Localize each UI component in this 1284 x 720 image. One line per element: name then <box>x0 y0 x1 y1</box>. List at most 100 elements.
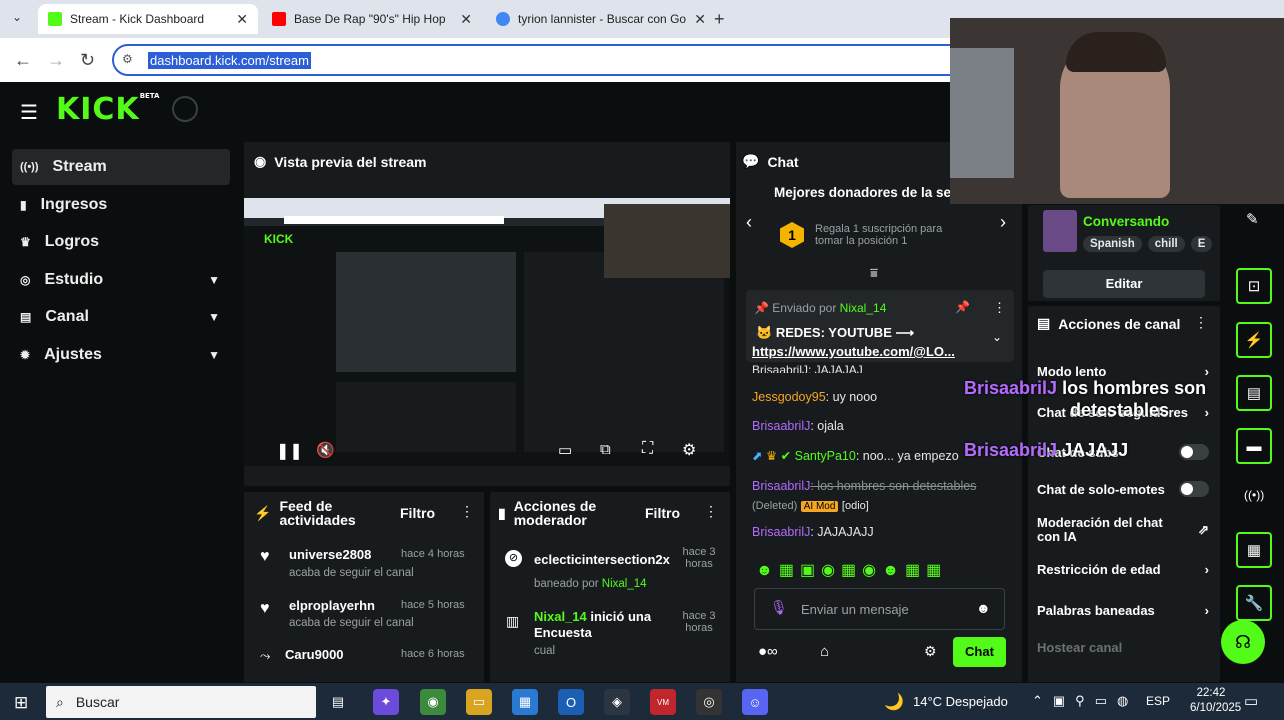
mod-target-user[interactable]: eclecticintersection2x <box>534 552 670 567</box>
chevron-left-icon[interactable]: ‹ <box>746 212 752 233</box>
pin-icon[interactable]: 📌 <box>955 300 970 314</box>
google-favicon-icon <box>496 12 510 26</box>
sidebar-item-ingresos[interactable]: ▮ Ingresos <box>12 187 230 223</box>
youtube-favicon-icon <box>272 12 286 26</box>
activity-filter-button[interactable]: Filtro <box>400 505 435 521</box>
pencil-icon[interactable]: ✎ <box>1246 210 1259 228</box>
more-options-icon[interactable]: ⋮ <box>1194 314 1208 331</box>
tab-google-search[interactable]: tyrion lannister - Buscar con Go ✕ <box>486 4 716 34</box>
chevron-down-icon[interactable]: ⌄ <box>992 330 1002 344</box>
copilot-icon[interactable]: ✦ <box>373 689 399 715</box>
close-tab-icon[interactable]: ✕ <box>460 11 472 28</box>
mute-icon[interactable]: 🔇 <box>316 441 335 459</box>
chrome-icon[interactable]: ◉ <box>420 689 446 715</box>
action-banned-words[interactable]: Palabras baneadas › <box>1037 602 1209 618</box>
new-tab-icon[interactable]: + <box>714 9 725 30</box>
menu-icon[interactable]: ☰ <box>20 100 38 125</box>
chat-message-partial: BrisaabrilJ: JAJAJAJ <box>752 363 863 373</box>
notifications-icon[interactable]: ▭ <box>1244 692 1258 710</box>
theater-mode-icon[interactable]: ▭ <box>558 441 572 459</box>
obs-icon[interactable]: ◎ <box>696 689 722 715</box>
mod-filter-button[interactable]: Filtro <box>645 505 680 521</box>
broadcast-icon[interactable]: ((•)) <box>1244 488 1264 502</box>
sidebar-item-estudio[interactable]: ◎ Estudio ▼ <box>12 262 230 298</box>
store-icon[interactable]: ⌂ <box>820 643 829 660</box>
collapse-icon[interactable]: ⩸ <box>870 265 878 281</box>
activity-user[interactable]: elproplayerhn <box>289 598 375 613</box>
more-options-icon[interactable]: ⋮ <box>460 503 474 520</box>
site-info-icon[interactable]: ⚙ <box>122 52 133 66</box>
camera-focus-icon[interactable]: ⊡ <box>1236 268 1272 304</box>
activity-text: acaba de seguir el canal <box>289 617 414 629</box>
sidebar-item-stream[interactable]: ((•)) Stream <box>12 149 230 185</box>
wrench-icon[interactable]: 🔧 <box>1236 585 1272 621</box>
windows-start-icon[interactable]: ⊞ <box>14 693 28 713</box>
task-view-icon[interactable]: ▤ <box>325 689 351 715</box>
sidebar-item-ajustes[interactable]: ✹ Ajustes ▼ <box>12 337 230 373</box>
url-input[interactable]: dashboard.kick.com/stream <box>112 44 972 76</box>
discord-icon[interactable]: ☺ <box>742 689 768 715</box>
language-indicator[interactable]: ESP <box>1146 694 1170 708</box>
support-chat-icon[interactable]: ☊ <box>1221 620 1265 664</box>
file-explorer-icon[interactable]: ▭ <box>466 689 492 715</box>
tab-youtube[interactable]: Base De Rap "90's" Hip Hop ✕ <box>262 4 482 34</box>
tab-list-chevron-icon[interactable]: ⌄ <box>12 10 22 24</box>
settings-gear-icon[interactable]: ⚙ <box>682 440 696 460</box>
chat-bubble-icon[interactable]: ▬ <box>1236 428 1272 464</box>
pause-icon[interactable]: ❚❚ <box>276 441 303 461</box>
activity-time: hace 6 horas <box>401 648 465 660</box>
chat-header: 💬 Chat <box>742 153 799 170</box>
sidebar-item-logros[interactable]: ♛ Logros <box>12 224 230 260</box>
send-chat-button[interactable]: Chat <box>953 637 1006 667</box>
mirror-preview <box>336 252 516 372</box>
close-tab-icon[interactable]: ✕ <box>694 11 706 28</box>
edit-stream-button[interactable]: Editar <box>1043 270 1205 298</box>
stream-video-player[interactable]: KICK <box>244 198 730 466</box>
lightning-icon[interactable]: ⚡ <box>1236 322 1272 358</box>
mod-action-text: baneado por Nixal_14 <box>534 578 647 590</box>
notes-icon[interactable]: ▤ <box>1236 375 1272 411</box>
weather-text[interactable]: 14°C Despejado <box>913 694 1008 709</box>
taskbar-search[interactable]: ⌕ Buscar <box>46 686 316 718</box>
action-emotes-chat[interactable]: Chat de solo-emotes <box>1037 481 1209 497</box>
sidebar-item-canal[interactable]: ▤ Canal ▼ <box>12 299 230 335</box>
action-age-restriction[interactable]: Restricción de edad › <box>1037 561 1209 577</box>
voicemeeter-icon[interactable]: VM <box>650 689 676 715</box>
action-ai-moderation[interactable]: Moderación del chat con IA ⇗ <box>1037 515 1209 545</box>
action-host-channel[interactable]: Hostear canal <box>1037 639 1209 655</box>
emoji-icon[interactable]: ☻ <box>976 600 991 616</box>
category-thumbnail[interactable] <box>1043 210 1077 252</box>
more-options-icon[interactable]: ⋮ <box>993 300 1006 316</box>
forward-icon[interactable]: → <box>47 50 65 71</box>
subs-chat-toggle[interactable] <box>1179 444 1209 460</box>
action-slow-mode[interactable]: Modo lento › <box>1037 363 1209 379</box>
activity-user[interactable]: Caru9000 <box>285 647 344 662</box>
store-icon[interactable]: ▦ <box>512 689 538 715</box>
outlook-icon[interactable]: O <box>558 689 584 715</box>
points-icon[interactable]: ●∞ <box>758 643 778 660</box>
back-icon[interactable]: ← <box>14 50 32 71</box>
chevron-right-icon: › <box>1204 363 1209 379</box>
chat-settings-icon[interactable]: ⚙ <box>924 643 937 660</box>
pip-icon[interactable]: ⧉ <box>600 441 611 458</box>
app-icon[interactable]: ◈ <box>604 689 630 715</box>
clock[interactable]: 22:42 6/10/2025 <box>1190 686 1241 716</box>
host-icon: ⤳ <box>260 648 271 663</box>
kick-logo[interactable]: KICKBETA <box>56 92 159 127</box>
chevron-right-icon[interactable]: › <box>1000 212 1006 233</box>
heart-icon: ♥ <box>260 548 270 565</box>
clip-icon[interactable]: ▦ <box>1236 532 1272 568</box>
more-options-icon[interactable]: ⋮ <box>704 503 718 520</box>
microphone-icon[interactable]: 🎙 <box>770 599 788 616</box>
emote-bar[interactable]: ☻▦▣◉▦◉☻▦▦ <box>756 560 947 580</box>
fullscreen-icon[interactable]: ⛶ <box>642 440 653 458</box>
emotes-chat-toggle[interactable] <box>1179 481 1209 497</box>
activity-user[interactable]: universe2808 <box>289 547 371 562</box>
close-tab-icon[interactable]: ✕ <box>236 11 248 28</box>
system-tray-icons[interactable]: ⌃▣⚲▭◍ <box>1032 693 1138 709</box>
pinned-link[interactable]: https://www.youtube.com/@LO... <box>752 344 955 359</box>
category-name[interactable]: Conversando <box>1083 214 1169 229</box>
reload-icon[interactable]: ↻ <box>80 50 95 71</box>
tab-kick-dashboard[interactable]: Stream - Kick Dashboard ✕ <box>38 4 258 34</box>
bolt-icon: ⚡ <box>254 505 272 521</box>
